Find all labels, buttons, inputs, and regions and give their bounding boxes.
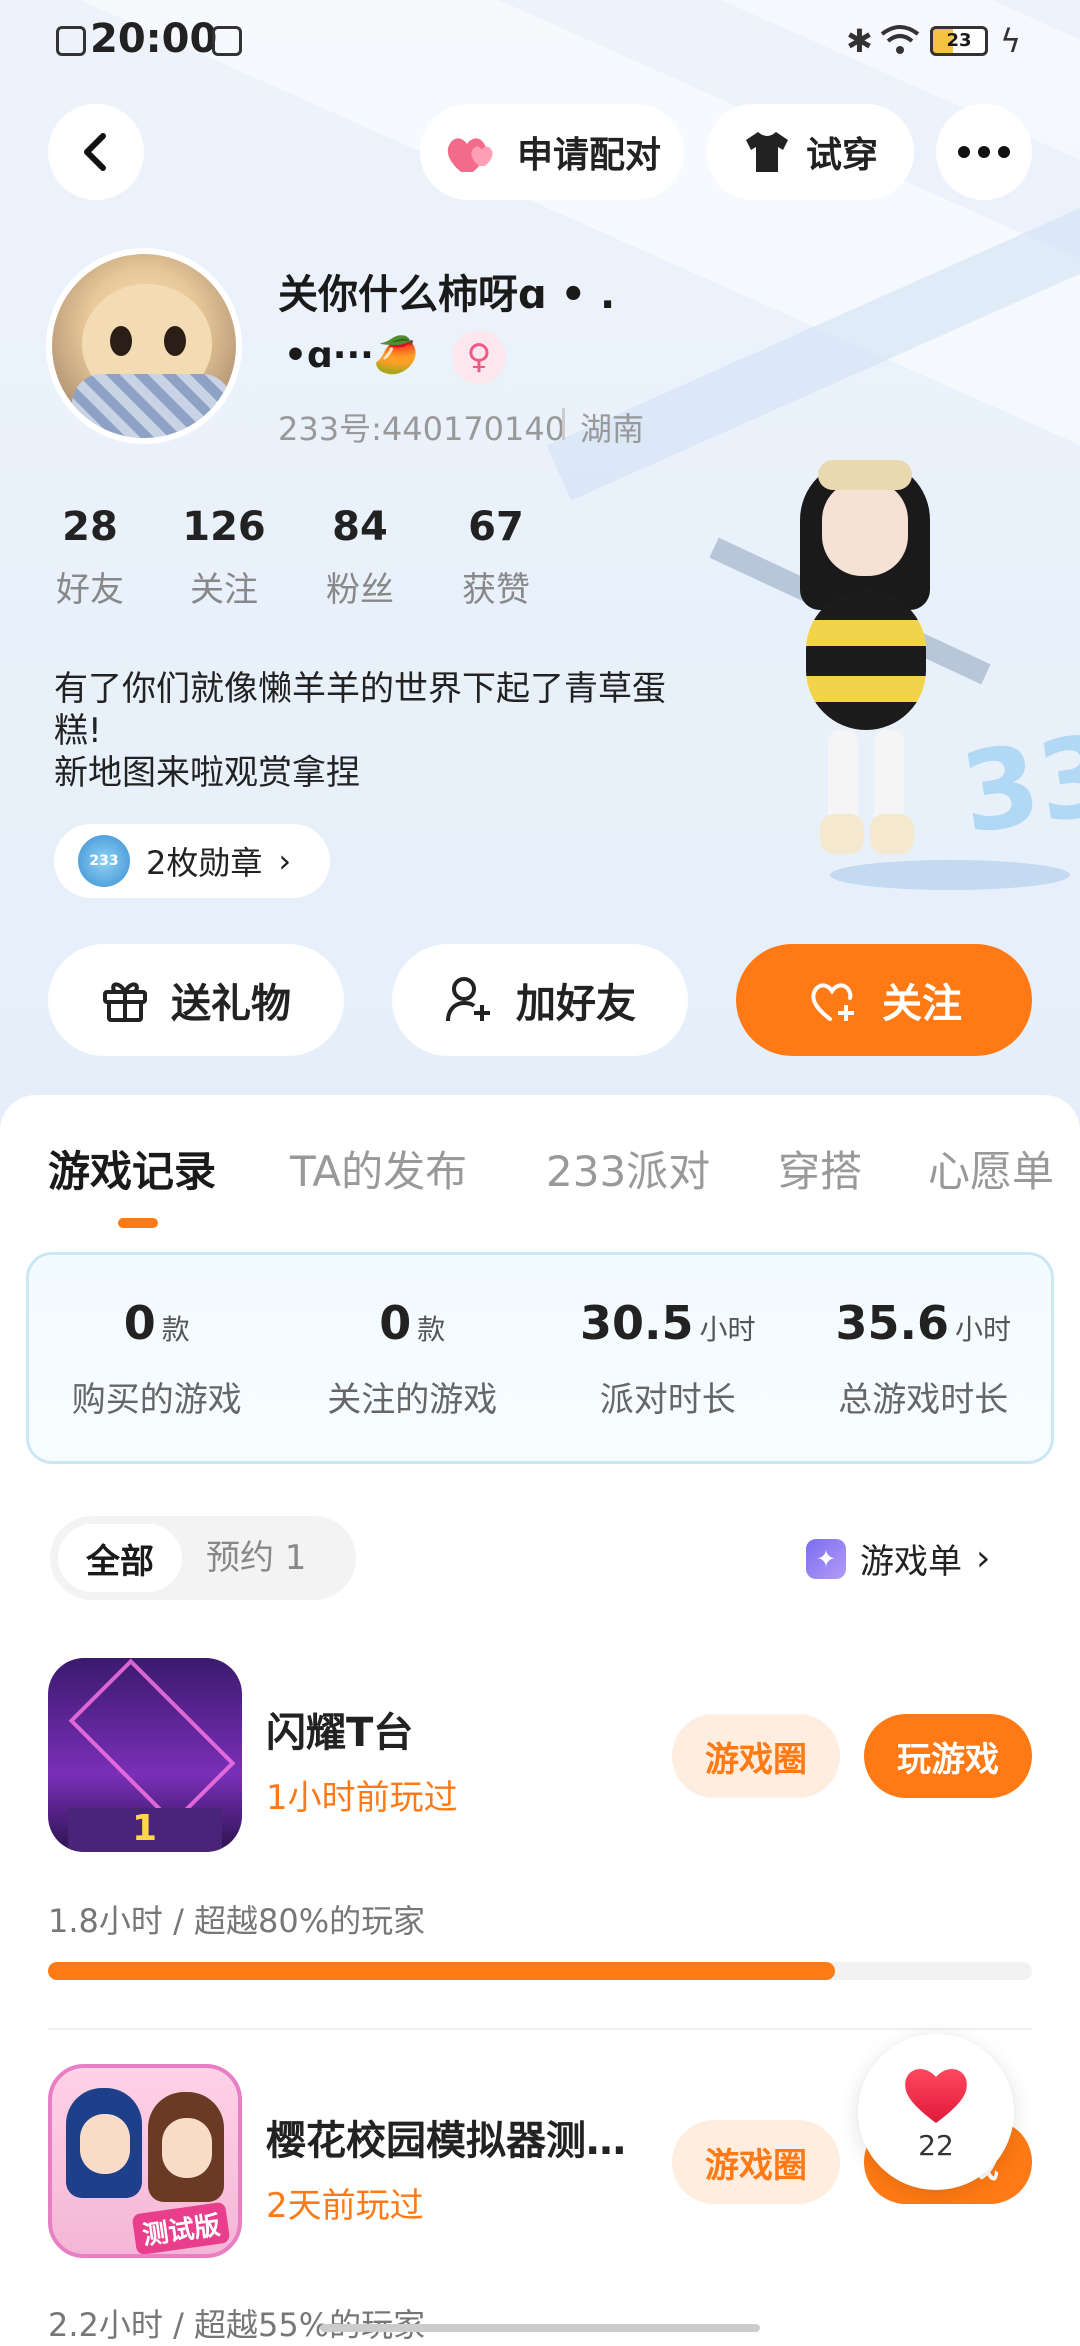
send-gift-button[interactable]: 送礼物 [48, 944, 344, 1056]
chevron-right-icon: › [278, 842, 292, 880]
podium-number: 1 [132, 1808, 158, 1849]
likes-count: 67 [468, 504, 524, 550]
charging-icon: ϟ [1000, 22, 1022, 60]
app-notification-icon [212, 26, 242, 56]
medals-label: 2枚勋章 [146, 844, 263, 882]
friends-label: 好友 [56, 570, 124, 610]
game-circle-button[interactable]: 游戏圈 [672, 2120, 840, 2204]
playtime-progress-fill [48, 1962, 835, 1980]
match-request-button[interactable]: 申请配对 [420, 104, 684, 200]
profile-name-line2: •ɑ···🥭 [284, 335, 419, 376]
chevron-right-icon: › [976, 1538, 991, 1579]
like-count: 22 [918, 2128, 954, 2162]
more-dots-icon [958, 146, 1010, 158]
try-on-label: 试穿 [805, 135, 878, 176]
playlist-link[interactable]: ✦ 游戏单 › [806, 1534, 990, 1583]
add-friend-label: 加好友 [516, 981, 636, 1027]
medals-button[interactable]: 233 2枚勋章 › [54, 824, 330, 898]
filter-all[interactable]: 全部 [58, 1524, 182, 1592]
notification-icon [56, 26, 86, 56]
home-indicator[interactable] [320, 2324, 760, 2332]
following-label: 关注 [190, 570, 258, 610]
tab-outfits[interactable]: 穿搭 [778, 1138, 862, 1199]
game-icon-shining-runway[interactable]: 1 [48, 1658, 242, 1852]
match-request-label: 申请配对 [516, 135, 661, 176]
bio-line-2: 糕! [54, 711, 102, 751]
game-title[interactable]: 闪耀T台 [266, 1700, 413, 1758]
bluetooth-icon: ✱ [846, 22, 873, 60]
active-tab-indicator [118, 1218, 158, 1228]
hearts-icon [447, 138, 493, 172]
game-summary-card: 0款 购买的游戏 0款 关注的游戏 30.5 小时 派对时长 35.6 小时 总游戏… [26, 1252, 1054, 1464]
tab-party[interactable]: 233派对 [546, 1138, 710, 1199]
avatar[interactable] [46, 248, 242, 444]
play-game-button[interactable]: 玩游戏 [864, 1714, 1032, 1798]
follow-label: 关注 [882, 981, 962, 1027]
game-last-played: 2天前玩过 [266, 2186, 424, 2226]
tab-posts[interactable]: TA的发布 [290, 1138, 467, 1199]
profile-name: 关你什么柿呀ɑ • . [278, 272, 616, 318]
divider [48, 2028, 1032, 2030]
wifi-icon [880, 25, 920, 54]
add-friend-button[interactable]: 加好友 [392, 944, 688, 1056]
following-count[interactable]: 126 [164, 504, 284, 550]
back-button[interactable] [48, 104, 144, 200]
user-location: 湖南 [580, 410, 645, 448]
game-icon-sakura-school[interactable]: 测试版 [48, 2064, 242, 2258]
add-user-icon [446, 977, 490, 1022]
filter-reserved[interactable]: 预约 1 [206, 1524, 306, 1592]
follow-button[interactable]: 关注 [736, 944, 1032, 1056]
likes-label: 获赞 [462, 570, 530, 610]
battery-icon: 23 [930, 26, 988, 56]
more-button[interactable] [936, 104, 1032, 200]
game-playtime-stat: 1.8小时 / 超越80%的玩家 [48, 1902, 426, 1940]
game-title[interactable]: 樱花校园模拟器测… [266, 2108, 626, 2166]
total-game-time-stat: 35.6 小时 总游戏时长 [835, 1295, 1011, 1420]
fans-label: 粉丝 [326, 570, 394, 610]
id-divider [562, 408, 565, 440]
user-id: 233号:440170140 [278, 410, 566, 448]
sparkle-icon: ✦ [806, 1538, 846, 1579]
tshirt-icon [745, 132, 788, 172]
bio-line-1: 有了你们就像懒羊羊的世界下起了青草蛋 [54, 669, 666, 709]
game-circle-button[interactable]: 游戏圈 [672, 1714, 840, 1798]
back-arrow-icon [84, 133, 106, 171]
heart-icon [905, 2068, 967, 2123]
female-icon: ♀ [452, 330, 506, 384]
avatar-character-3d: 33 [700, 420, 1080, 890]
party-time-stat: 30.5 小时 派对时长 [579, 1295, 756, 1420]
floating-like-button[interactable]: 22 [858, 2034, 1014, 2190]
bio: 有了你们就像懒羊羊的世界下起了青草蛋 糕! 新地图来啦观赏拿捏 [54, 668, 666, 794]
game-playtime-stat: 2.2小时 / 超越55%的玩家 [48, 2306, 426, 2344]
fans-count[interactable]: 84 [300, 504, 420, 550]
beta-tag: 测试版 [131, 2201, 231, 2254]
playlist-label: 游戏单 [860, 1542, 962, 1582]
tab-wishlist[interactable]: 心愿单 [928, 1138, 1054, 1199]
friends-count[interactable]: 28 [30, 504, 150, 550]
status-time: 20:00 [90, 16, 218, 62]
followed-games-stat: 0款 关注的游戏 [327, 1295, 498, 1420]
medal-icon: 233 [78, 835, 130, 887]
send-gift-label: 送礼物 [171, 981, 291, 1027]
game-last-played: 1小时前玩过 [266, 1778, 458, 1818]
heart-plus-icon [811, 983, 854, 1021]
bio-line-3: 新地图来啦观赏拿捏 [54, 753, 360, 793]
try-on-button[interactable]: 试穿 [706, 104, 914, 200]
tab-game-records[interactable]: 游戏记录 [48, 1138, 216, 1199]
gift-icon [103, 982, 147, 1022]
purchased-games-stat: 0款 购买的游戏 [71, 1295, 242, 1420]
